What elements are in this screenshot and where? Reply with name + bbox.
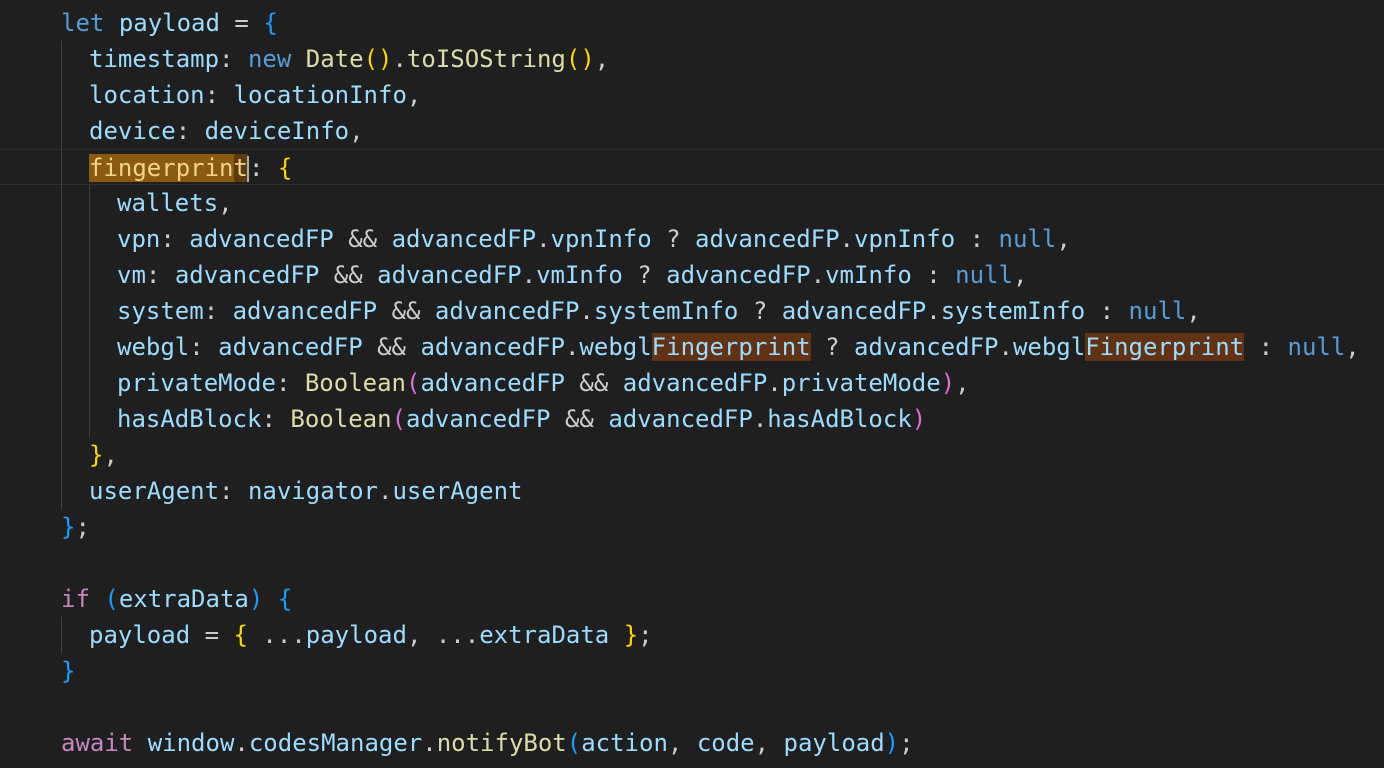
code-line-21[interactable]: await window.codesManager.notifyBot(acti… [0, 725, 914, 761]
code-line-2[interactable]: timestamp: new Date().toISOString(), [0, 41, 609, 77]
code-line-17[interactable]: if (extraData) { [0, 581, 292, 617]
code-line-15[interactable]: }; [0, 509, 90, 545]
indent-guide [89, 185, 90, 221]
indent-guide [61, 77, 62, 113]
indent-guide [61, 185, 62, 221]
code-editor[interactable]: let payload = { timestamp: new Date().to… [0, 0, 1384, 768]
code-line-3[interactable]: location: locationInfo, [0, 77, 421, 113]
code-line-8[interactable]: vm: advancedFP && advancedFP.vmInfo ? ad… [0, 257, 1027, 293]
code-line-19[interactable]: } [0, 653, 75, 689]
indent-guide [61, 41, 62, 77]
code-line-6[interactable]: wallets, [0, 185, 233, 221]
code-line-13[interactable]: }, [0, 437, 118, 473]
token-payload: payload [118, 9, 220, 37]
code-line-11[interactable]: privateMode: Boolean(advancedFP && advan… [0, 365, 970, 401]
code-line-12[interactable]: hasAdBlock: Boolean(advancedFP && advanc… [0, 401, 926, 437]
token-let: let [61, 9, 105, 37]
code-line-7[interactable]: vpn: advancedFP && advancedFP.vpnInfo ? … [0, 221, 1071, 257]
indent-guide [61, 150, 62, 186]
selection-highlight: fingerprin [89, 154, 234, 182]
code-line-18[interactable]: payload = { ...payload, ...extraData }; [0, 617, 653, 653]
code-line-10[interactable]: webgl: advancedFP && advancedFP.webglFin… [0, 329, 1360, 365]
code-line-9[interactable]: system: advancedFP && advancedFP.systemI… [0, 293, 1201, 329]
code-line-5-current[interactable]: fingerprint: { [0, 149, 1384, 186]
code-line-4[interactable]: device: deviceInfo, [0, 113, 364, 149]
find-match-highlight: Fingerprint [1085, 333, 1245, 361]
code-line-1[interactable]: let payload = { [0, 5, 278, 41]
code-line-14[interactable]: userAgent: navigator.userAgent [0, 473, 523, 509]
find-match-highlight: Fingerprint [651, 333, 811, 361]
indent-guide [61, 113, 62, 149]
